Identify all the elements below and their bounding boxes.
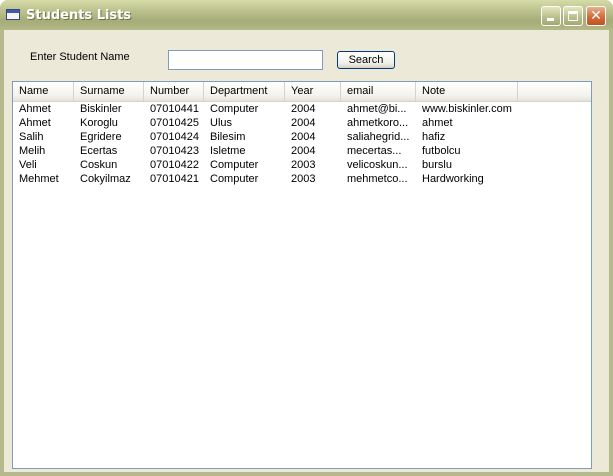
- search-label: Enter Student Name: [30, 51, 130, 63]
- minimize-icon: [547, 18, 554, 21]
- close-button[interactable]: ✕: [586, 6, 606, 26]
- cell-surname: Cokyilmaz: [80, 173, 131, 185]
- cell-email: saliahegrid...: [347, 131, 410, 143]
- cell-number: 07010425: [150, 117, 199, 129]
- students-list[interactable]: Name Surname Number Department Year emai…: [12, 81, 592, 469]
- table-row[interactable]: Melih Ecertas 07010423 Isletme 2004 mece…: [13, 144, 591, 158]
- table-row[interactable]: Ahmet Koroglu 07010425 Ulus 2004 ahmetko…: [13, 116, 591, 130]
- cell-number: 07010422: [150, 159, 199, 171]
- cell-note: Hardworking: [422, 173, 484, 185]
- cell-name: Melih: [19, 145, 46, 157]
- cell-name: Mehmet: [19, 173, 59, 185]
- cell-email: mecertas...: [347, 145, 402, 157]
- table-row[interactable]: Veli Coskun 07010422 Computer 2003 velic…: [13, 158, 591, 172]
- column-header-surname[interactable]: Surname: [74, 82, 144, 101]
- cell-email: ahmet@bi...: [347, 103, 407, 115]
- cell-surname: Coskun: [80, 159, 118, 171]
- cell-department: Isletme: [210, 145, 246, 157]
- table-row[interactable]: Ahmet Biskinler 07010441 Computer 2004 a…: [13, 102, 591, 116]
- table-row[interactable]: Salih Egridere 07010424 Bilesim 2004 sal…: [13, 130, 591, 144]
- cell-number: 07010423: [150, 145, 199, 157]
- column-header-email[interactable]: email: [341, 82, 416, 101]
- cell-note: www.biskinler.com: [422, 103, 512, 115]
- search-input[interactable]: [168, 50, 323, 70]
- cell-name: Ahmet: [19, 103, 51, 115]
- cell-year: 2003: [291, 173, 316, 185]
- cell-department: Computer: [210, 159, 259, 171]
- cell-department: Bilesim: [210, 131, 246, 143]
- cell-note: ahmet: [422, 117, 453, 129]
- cell-department: Computer: [210, 173, 259, 185]
- window-title: Students Lists: [26, 8, 132, 23]
- cell-year: 2003: [291, 159, 316, 171]
- column-header-year[interactable]: Year: [285, 82, 341, 101]
- cell-name: Veli: [19, 159, 37, 171]
- title-bar[interactable]: Students Lists ✕: [0, 0, 613, 30]
- client-area: Enter Student Name Search Name Surname N…: [4, 30, 609, 472]
- cell-note: futbolcu: [422, 145, 461, 157]
- column-header-number[interactable]: Number: [144, 82, 204, 101]
- cell-number: 07010421: [150, 173, 199, 185]
- cell-name: Ahmet: [19, 117, 51, 129]
- cell-email: ahmetkoro...: [347, 117, 409, 129]
- column-header-name[interactable]: Name: [13, 82, 74, 101]
- cell-surname: Koroglu: [80, 117, 118, 129]
- cell-email: velicoskun...: [347, 159, 408, 171]
- cell-email: mehmetco...: [347, 173, 408, 185]
- column-header-department[interactable]: Department: [204, 82, 285, 101]
- cell-number: 07010424: [150, 131, 199, 143]
- table-row[interactable]: Mehmet Cokyilmaz 07010421 Computer 2003 …: [13, 172, 591, 186]
- app-window: Students Lists ✕ Enter Student Name Sear…: [0, 0, 613, 476]
- cell-year: 2004: [291, 145, 316, 157]
- cell-number: 07010441: [150, 103, 199, 115]
- cell-surname: Ecertas: [80, 145, 118, 157]
- cell-note: hafiz: [422, 131, 446, 143]
- column-header-note[interactable]: Note: [416, 82, 518, 101]
- maximize-button[interactable]: [563, 6, 583, 26]
- cell-note: burslu: [422, 159, 452, 171]
- close-icon: ✕: [590, 8, 602, 24]
- cell-year: 2004: [291, 117, 316, 129]
- cell-department: Computer: [210, 103, 259, 115]
- cell-surname: Biskinler: [80, 103, 122, 115]
- minimize-button[interactable]: [541, 6, 561, 26]
- list-header: Name Surname Number Department Year emai…: [13, 82, 591, 102]
- maximize-icon: [568, 11, 578, 21]
- cell-year: 2004: [291, 131, 316, 143]
- cell-surname: Egridere: [80, 131, 122, 143]
- window-icon[interactable]: [6, 9, 20, 20]
- search-button[interactable]: Search: [337, 51, 395, 69]
- cell-year: 2004: [291, 103, 316, 115]
- cell-name: Salih: [19, 131, 44, 143]
- cell-department: Ulus: [210, 117, 233, 129]
